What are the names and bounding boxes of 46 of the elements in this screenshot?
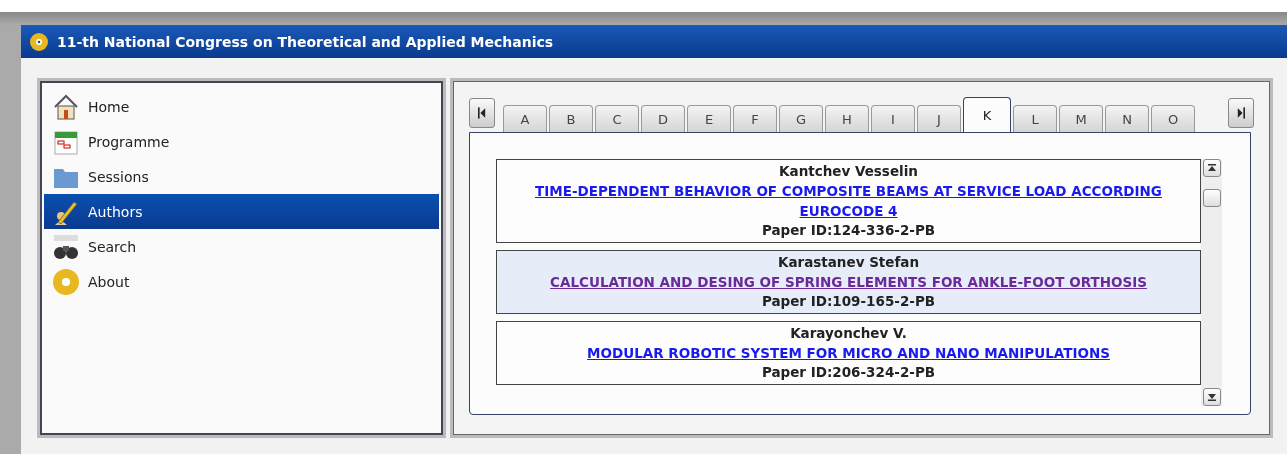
sidebar-item[interactable]: About — [44, 264, 439, 299]
letter-tab[interactable]: A — [503, 105, 547, 132]
paper-id: Paper ID:109-165-2-PB — [761, 292, 936, 311]
disc-icon — [52, 267, 80, 296]
letter-tab[interactable]: H — [825, 105, 869, 132]
paper-link[interactable]: TIME-DEPENDENT BEHAVIOR OF COMPOSITE BEAMS AT SERVICE LOAD ACCORDING EUROCODE 4 — [507, 181, 1190, 221]
letter-tab[interactable]: E — [687, 105, 731, 132]
paper-card[interactable]: Karastanev Stefan CALCULATION AND DESING OF SPRING ELEMENTS FOR ANKLE-FOOT ORTHOSIS Paper ID:109-165-2-PB — [496, 250, 1201, 314]
paper-id: Paper ID:124-336-2-PB — [761, 221, 936, 240]
sidebar-item[interactable]: Sessions — [44, 159, 439, 194]
letter-tab[interactable]: J — [917, 105, 961, 132]
sidebar-item[interactable]: Search — [44, 229, 439, 264]
author-name: Karayonchev V. — [790, 324, 907, 343]
binoculars-icon — [52, 232, 80, 261]
sidebar-item[interactable]: Authors — [44, 194, 439, 229]
down-arrow-icon — [1206, 392, 1217, 402]
paper-link[interactable]: CALCULATION AND DESING OF SPRING ELEMENTS FOR ANKLE-FOOT ORTHOSIS — [550, 272, 1147, 292]
letter-tab[interactable]: K — [963, 97, 1011, 132]
letter-tab[interactable]: F — [733, 105, 777, 132]
scroll-right-button[interactable] — [1228, 98, 1254, 128]
right-arrow-icon — [1237, 107, 1245, 119]
paper-card[interactable]: Karayonchev V. MODULAR ROBOTIC SYSTEM FOR MICRO AND NANO MANIPULATIONS Paper ID:206-324-2-PB — [496, 321, 1201, 385]
window-title: 11-th National Congress on Theoretical and Applied Mechanics — [57, 33, 554, 50]
letter-tab[interactable]: O — [1151, 105, 1195, 132]
letter-tab[interactable]: M — [1059, 105, 1103, 132]
paper-card[interactable]: Kantchev Vesselin TIME-DEPENDENT BEHAVIOR OF COMPOSITE BEAMS AT SERVICE LOAD ACCORDING EUROCODE 4 Paper ID:124-336-2-PB — [496, 159, 1201, 243]
letter-tab[interactable]: G — [779, 105, 823, 132]
sidebar-item[interactable]: Home — [44, 89, 439, 124]
paper-id: Paper ID:206-324-2-PB — [761, 363, 936, 382]
letter-tab[interactable]: C — [595, 105, 639, 132]
scrollbar[interactable] — [1201, 159, 1222, 406]
letter-tab[interactable]: L — [1013, 105, 1057, 132]
letter-tab[interactable]: N — [1105, 105, 1149, 132]
author-name: Kantchev Vesselin — [779, 162, 918, 181]
house-icon — [52, 92, 80, 121]
sidebar-item[interactable]: Programme — [44, 124, 439, 159]
paper-link[interactable]: MODULAR ROBOTIC SYSTEM FOR MICRO AND NANO MANIPULATIONS — [587, 343, 1110, 363]
letter-tab[interactable]: B — [549, 105, 593, 132]
author-name: Karastanev Stefan — [777, 253, 920, 272]
left-arrow-icon — [478, 107, 486, 119]
scroll-left-button[interactable] — [469, 98, 495, 128]
letter-tab[interactable]: I — [871, 105, 915, 132]
disc-icon — [29, 31, 49, 52]
up-arrow-icon — [1206, 163, 1217, 173]
scrollbar-thumb[interactable] — [1202, 189, 1221, 207]
letter-tab[interactable]: D — [641, 105, 685, 132]
